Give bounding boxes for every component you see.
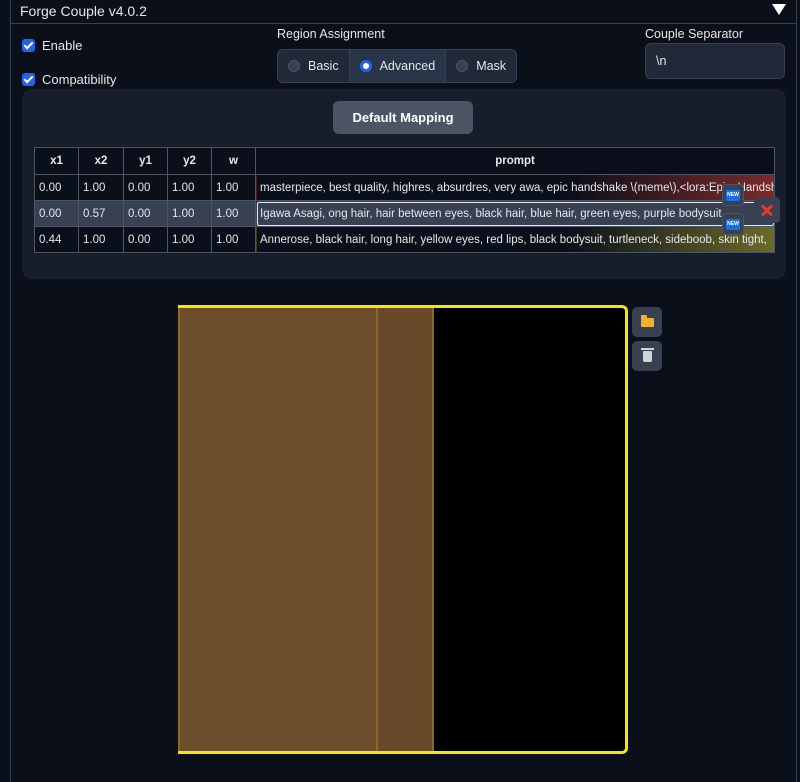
new-row-above-button[interactable]: NEW xyxy=(722,184,744,206)
column-header-x2: x2 xyxy=(78,147,124,175)
cell-x2[interactable]: 1.00 xyxy=(78,226,124,253)
compatibility-label: Compatibility xyxy=(42,72,117,87)
cell-x1[interactable]: 0.00 xyxy=(34,174,79,201)
radio-advanced-label: Advanced xyxy=(379,59,436,73)
enable-label: Enable xyxy=(42,38,83,53)
default-mapping-button[interactable]: Default Mapping xyxy=(333,101,473,134)
column-header-y2: y2 xyxy=(167,147,212,175)
cell-y1[interactable]: 0.00 xyxy=(123,174,168,201)
compatibility-checkbox[interactable] xyxy=(22,73,35,86)
cell-prompt[interactable]: masterpiece, best quality, highres, absu… xyxy=(255,174,775,201)
mapping-row[interactable]: 0.00 1.00 0.00 1.00 1.00 masterpiece, be… xyxy=(34,174,775,201)
panel-border-top xyxy=(10,23,797,24)
radio-mask-label: Mask xyxy=(476,59,507,73)
mapping-table: x1 x2 y1 y2 w prompt 0.00 1.00 0.00 1.00… xyxy=(34,147,775,253)
couple-separator-input[interactable]: \n xyxy=(645,43,785,79)
column-header-prompt: prompt xyxy=(255,147,775,175)
cell-w[interactable]: 1.00 xyxy=(211,226,256,253)
compatibility-checkbox-row[interactable]: Compatibility xyxy=(22,72,116,87)
mapping-row-selected[interactable]: 0.00 0.57 0.00 1.00 1.00 Igawa Asagi, on… xyxy=(34,200,775,227)
radio-mask-dot[interactable] xyxy=(456,60,469,72)
cell-w[interactable]: 1.00 xyxy=(211,174,256,201)
panel-title: Forge Couple v4.0.2 xyxy=(20,3,147,19)
new-below-icon: NEW xyxy=(726,219,740,230)
cell-x1[interactable]: 0.00 xyxy=(34,200,79,227)
cell-prompt[interactable]: Annerose, black hair, long hair, yellow … xyxy=(255,226,775,253)
forge-couple-panel: Forge Couple v4.0.2 Enable Compatibility… xyxy=(0,0,800,782)
enable-checkbox-row[interactable]: Enable xyxy=(22,38,82,53)
region-assignment-label: Region Assignment xyxy=(277,27,385,41)
region-assignment-radio-group: Basic Advanced Mask xyxy=(277,49,517,83)
cell-x1[interactable]: 0.44 xyxy=(34,226,79,253)
column-header-y1: y1 xyxy=(123,147,168,175)
mapping-header-row: x1 x2 y1 y2 w prompt xyxy=(34,147,775,175)
radio-basic[interactable]: Basic xyxy=(278,50,350,82)
region-preview-canvas[interactable] xyxy=(178,305,628,754)
radio-advanced-dot[interactable] xyxy=(359,60,372,72)
cell-y2[interactable]: 1.00 xyxy=(167,226,212,253)
trash-icon xyxy=(640,347,654,362)
radio-advanced[interactable]: Advanced xyxy=(349,50,447,82)
new-row-below-button[interactable]: NEW xyxy=(722,213,744,235)
panel-border-right xyxy=(796,0,797,782)
enable-checkbox[interactable] xyxy=(22,39,35,52)
couple-separator-label: Couple Separator xyxy=(645,27,743,41)
load-image-button[interactable] xyxy=(632,307,662,337)
new-above-icon: NEW xyxy=(726,190,740,201)
radio-mask[interactable]: Mask xyxy=(446,50,516,82)
cell-y1[interactable]: 0.00 xyxy=(123,226,168,253)
delete-row-button[interactable] xyxy=(754,197,780,223)
cell-x2[interactable]: 0.57 xyxy=(78,200,124,227)
cell-y1[interactable]: 0.00 xyxy=(123,200,168,227)
cell-w[interactable]: 1.00 xyxy=(211,200,256,227)
column-header-x1: x1 xyxy=(34,147,79,175)
panel-border-left xyxy=(10,0,11,782)
clear-image-button[interactable] xyxy=(632,341,662,371)
radio-basic-dot[interactable] xyxy=(288,60,300,72)
cell-y2[interactable]: 1.00 xyxy=(167,174,212,201)
radio-basic-label: Basic xyxy=(308,59,339,73)
cell-x2[interactable]: 1.00 xyxy=(78,174,124,201)
column-header-w: w xyxy=(211,147,256,175)
collapse-triangle-icon[interactable] xyxy=(772,4,786,15)
folder-icon xyxy=(640,314,654,327)
cell-prompt-editing[interactable]: Igawa Asagi, ong hair, hair between eyes… xyxy=(255,200,775,227)
mapping-row[interactable]: 0.44 1.00 0.00 1.00 1.00 Annerose, black… xyxy=(34,226,775,253)
cell-y2[interactable]: 1.00 xyxy=(167,200,212,227)
region-box-3-selected xyxy=(178,305,628,754)
